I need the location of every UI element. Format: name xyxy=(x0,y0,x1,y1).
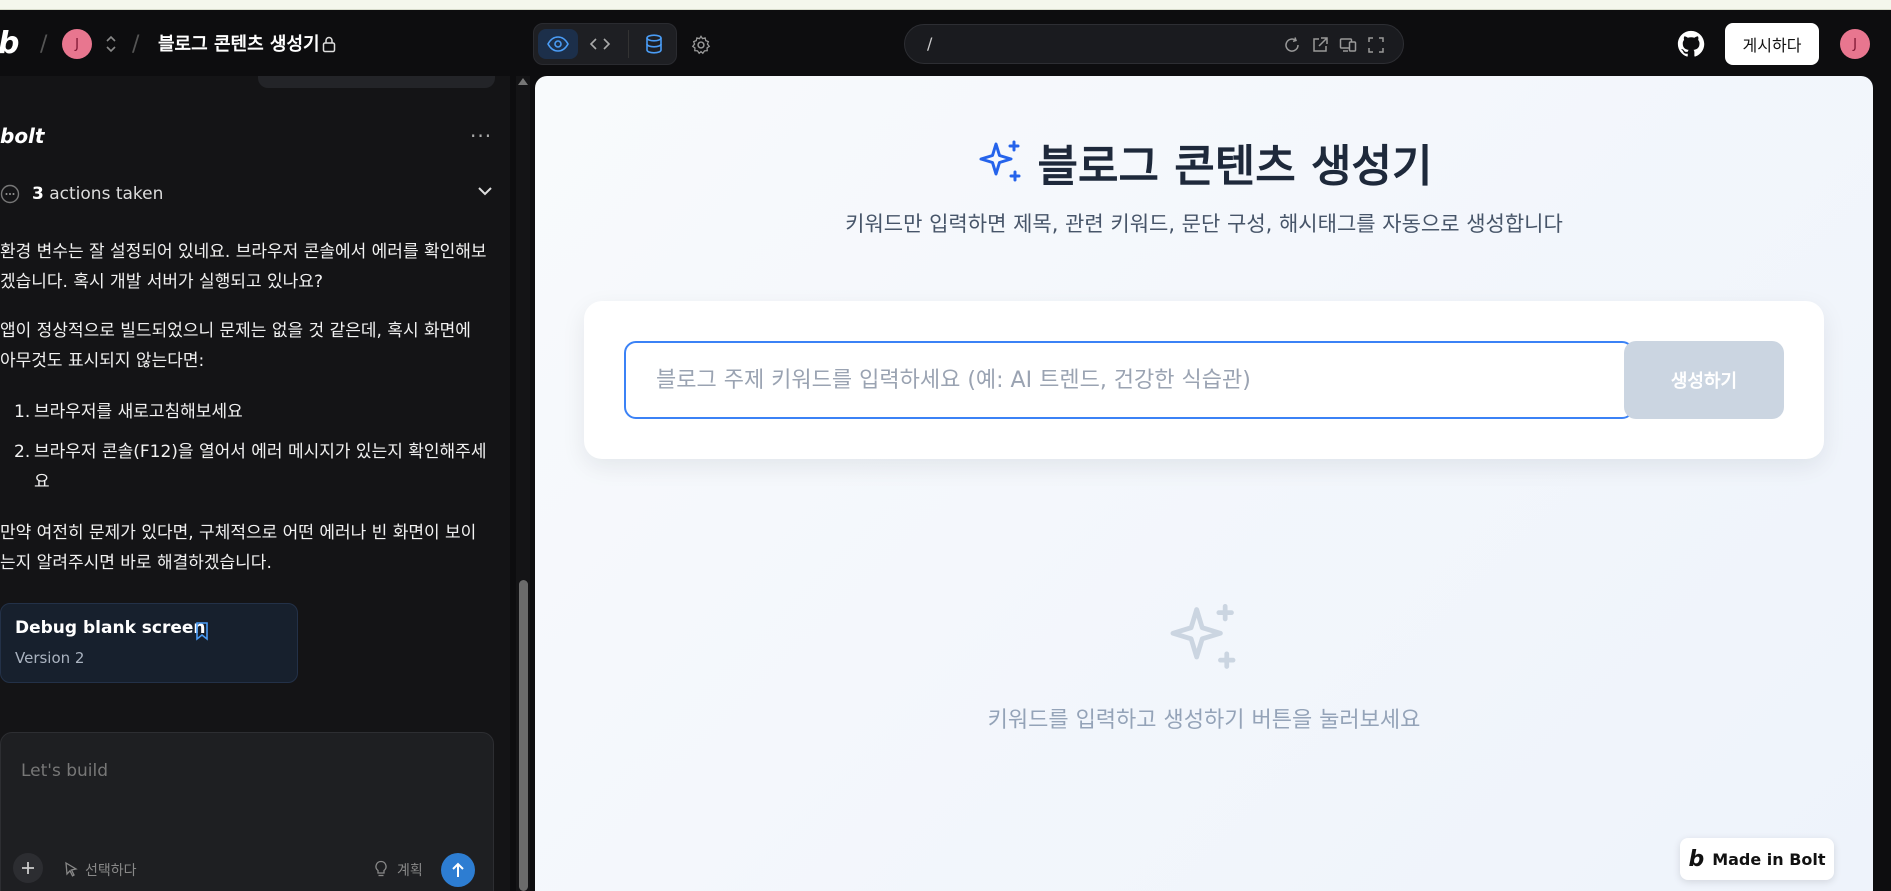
more-options-button[interactable]: ··· xyxy=(470,124,492,148)
message-line: 겠습니다. 혹시 개발 서버가 실행되고 있나요? xyxy=(0,272,323,292)
eye-icon xyxy=(547,36,569,52)
plus-icon xyxy=(22,862,34,874)
list-number: 2. xyxy=(14,442,31,462)
view-toggle-group xyxy=(533,23,677,65)
sparkles-icon xyxy=(1170,603,1236,669)
assistant-message-paragraph: 앱이 정상적으로 빌드되었으니 문제는 없을 것 같은데, 혹시 화면에 아무것… xyxy=(0,316,500,376)
actions-text: actions taken xyxy=(49,184,164,204)
external-link-icon[interactable] xyxy=(1311,36,1329,54)
app-preview: 블로그 콘텐츠 생성기 키워드만 입력하면 제목, 관련 키워드, 문단 구성,… xyxy=(535,76,1873,891)
made-in-bolt-label: Made in Bolt xyxy=(1712,849,1826,869)
database-button[interactable] xyxy=(634,29,674,59)
team-avatar[interactable]: J xyxy=(62,29,92,59)
actions-count: 3 xyxy=(32,184,44,204)
lock-icon xyxy=(322,36,336,53)
message-line: 앱이 정상적으로 빌드되었으니 문제는 없을 것 같은데, 혹시 화면에 xyxy=(0,321,471,341)
version-card[interactable]: Debug blank screen Version 2 xyxy=(0,603,298,683)
chevron-updown-icon[interactable] xyxy=(104,32,118,56)
lightbulb-icon[interactable] xyxy=(373,860,389,878)
empty-state-text: 키워드를 입력하고 생성하기 버튼을 눌러보세요 xyxy=(987,708,1421,733)
version-title: Debug blank screen xyxy=(15,618,206,638)
send-button[interactable] xyxy=(441,853,475,887)
bolt-logo[interactable]: b xyxy=(0,26,19,61)
chat-sidebar: bolt ··· 3 actions taken 환경 변수는 잘 설정되어 있… xyxy=(0,76,510,891)
bookmark-icon[interactable] xyxy=(194,621,210,641)
assistant-message-paragraph: 환경 변수는 잘 설정되어 있네요. 브라우저 콘솔에서 에러를 확인해보 겠습… xyxy=(0,237,500,297)
cursor-select-icon[interactable] xyxy=(63,861,79,877)
gear-icon[interactable] xyxy=(690,34,712,56)
reload-icon[interactable] xyxy=(1283,36,1301,54)
scroll-up-arrow[interactable] xyxy=(518,78,528,85)
keyword-form-card: 생성하기 xyxy=(584,301,1824,459)
generate-button[interactable]: 생성하기 xyxy=(1624,341,1784,419)
version-label: Version 2 xyxy=(15,649,85,667)
devices-icon[interactable] xyxy=(1339,36,1357,54)
code-icon xyxy=(589,38,611,50)
database-icon xyxy=(646,34,662,54)
breadcrumb-separator: / xyxy=(40,32,48,57)
code-view-button[interactable] xyxy=(580,29,620,59)
publish-button[interactable]: 게시하다 xyxy=(1725,23,1819,65)
arrow-up-icon xyxy=(452,862,464,877)
hero-heading: 블로그 콘텐츠 생성기 xyxy=(535,130,1873,194)
message-line: 요 xyxy=(34,472,50,492)
assistant-message-paragraph: 만약 여전히 문제가 있다면, 구체적으로 어떤 에러나 빈 화면이 보이 는지… xyxy=(0,518,500,578)
scrollbar-thumb[interactable] xyxy=(519,580,528,891)
message-line: 는지 알려주시면 바로 해결하겠습니다. xyxy=(0,553,272,573)
page-title: 블로그 콘텐츠 생성기 xyxy=(1037,141,1433,192)
actions-icon xyxy=(0,184,20,204)
list-item: 브라우저 콘솔(F12)을 열어서 에러 메시지가 있는지 확인해주세 요 xyxy=(34,437,504,497)
composer-placeholder[interactable]: Let's build xyxy=(21,761,108,781)
assistant-name: bolt xyxy=(0,124,45,148)
made-in-bolt-badge[interactable]: b Made in Bolt xyxy=(1680,838,1834,880)
message-line: 아무것도 표시되지 않는다면: xyxy=(0,351,205,371)
chevron-down-icon[interactable] xyxy=(476,182,494,200)
chat-composer[interactable]: Let's build 선택하다 계획 xyxy=(0,732,494,891)
attach-button[interactable] xyxy=(13,853,43,883)
divider xyxy=(628,30,629,58)
message-line: 브라우저 콘솔(F12)을 열어서 에러 메시지가 있는지 확인해주세 xyxy=(34,442,487,462)
fullscreen-icon[interactable] xyxy=(1367,36,1385,54)
github-icon[interactable] xyxy=(1676,29,1706,59)
project-title[interactable]: 블로그 콘텐츠 생성기 xyxy=(158,30,320,56)
plan-button[interactable]: 계획 xyxy=(397,860,423,880)
page-subtitle: 키워드만 입력하면 제목, 관련 키워드, 문단 구성, 해시태그를 자동으로 … xyxy=(845,212,1563,236)
actions-label: 3 actions taken xyxy=(32,184,163,204)
message-line: 만약 여전히 문제가 있다면, 구체적으로 어떤 에러나 빈 화면이 보이 xyxy=(0,523,477,543)
bolt-logo-icon: b xyxy=(1688,846,1705,872)
actions-summary[interactable]: 3 actions taken xyxy=(0,180,163,208)
top-bar: b / J / 블로그 콘텐츠 생성기 / 게시하다 J xyxy=(0,10,1891,76)
previous-message-card xyxy=(258,76,495,88)
url-path[interactable]: / xyxy=(927,34,932,53)
user-avatar[interactable]: J xyxy=(1840,29,1870,59)
list-number: 1. xyxy=(14,402,31,422)
message-line: 환경 변수는 잘 설정되어 있네요. 브라우저 콘솔에서 에러를 확인해보 xyxy=(0,242,487,262)
sparkles-icon xyxy=(979,140,1021,182)
url-bar[interactable]: / xyxy=(904,24,1404,64)
list-item: 브라우저를 새로고침해보세요 xyxy=(34,402,243,422)
right-gutter xyxy=(1873,76,1891,891)
browser-top-strip xyxy=(0,0,1891,10)
preview-view-button[interactable] xyxy=(538,29,578,59)
select-button[interactable]: 선택하다 xyxy=(85,860,137,880)
keyword-input[interactable] xyxy=(624,341,1634,419)
breadcrumb-separator: / xyxy=(132,32,140,57)
